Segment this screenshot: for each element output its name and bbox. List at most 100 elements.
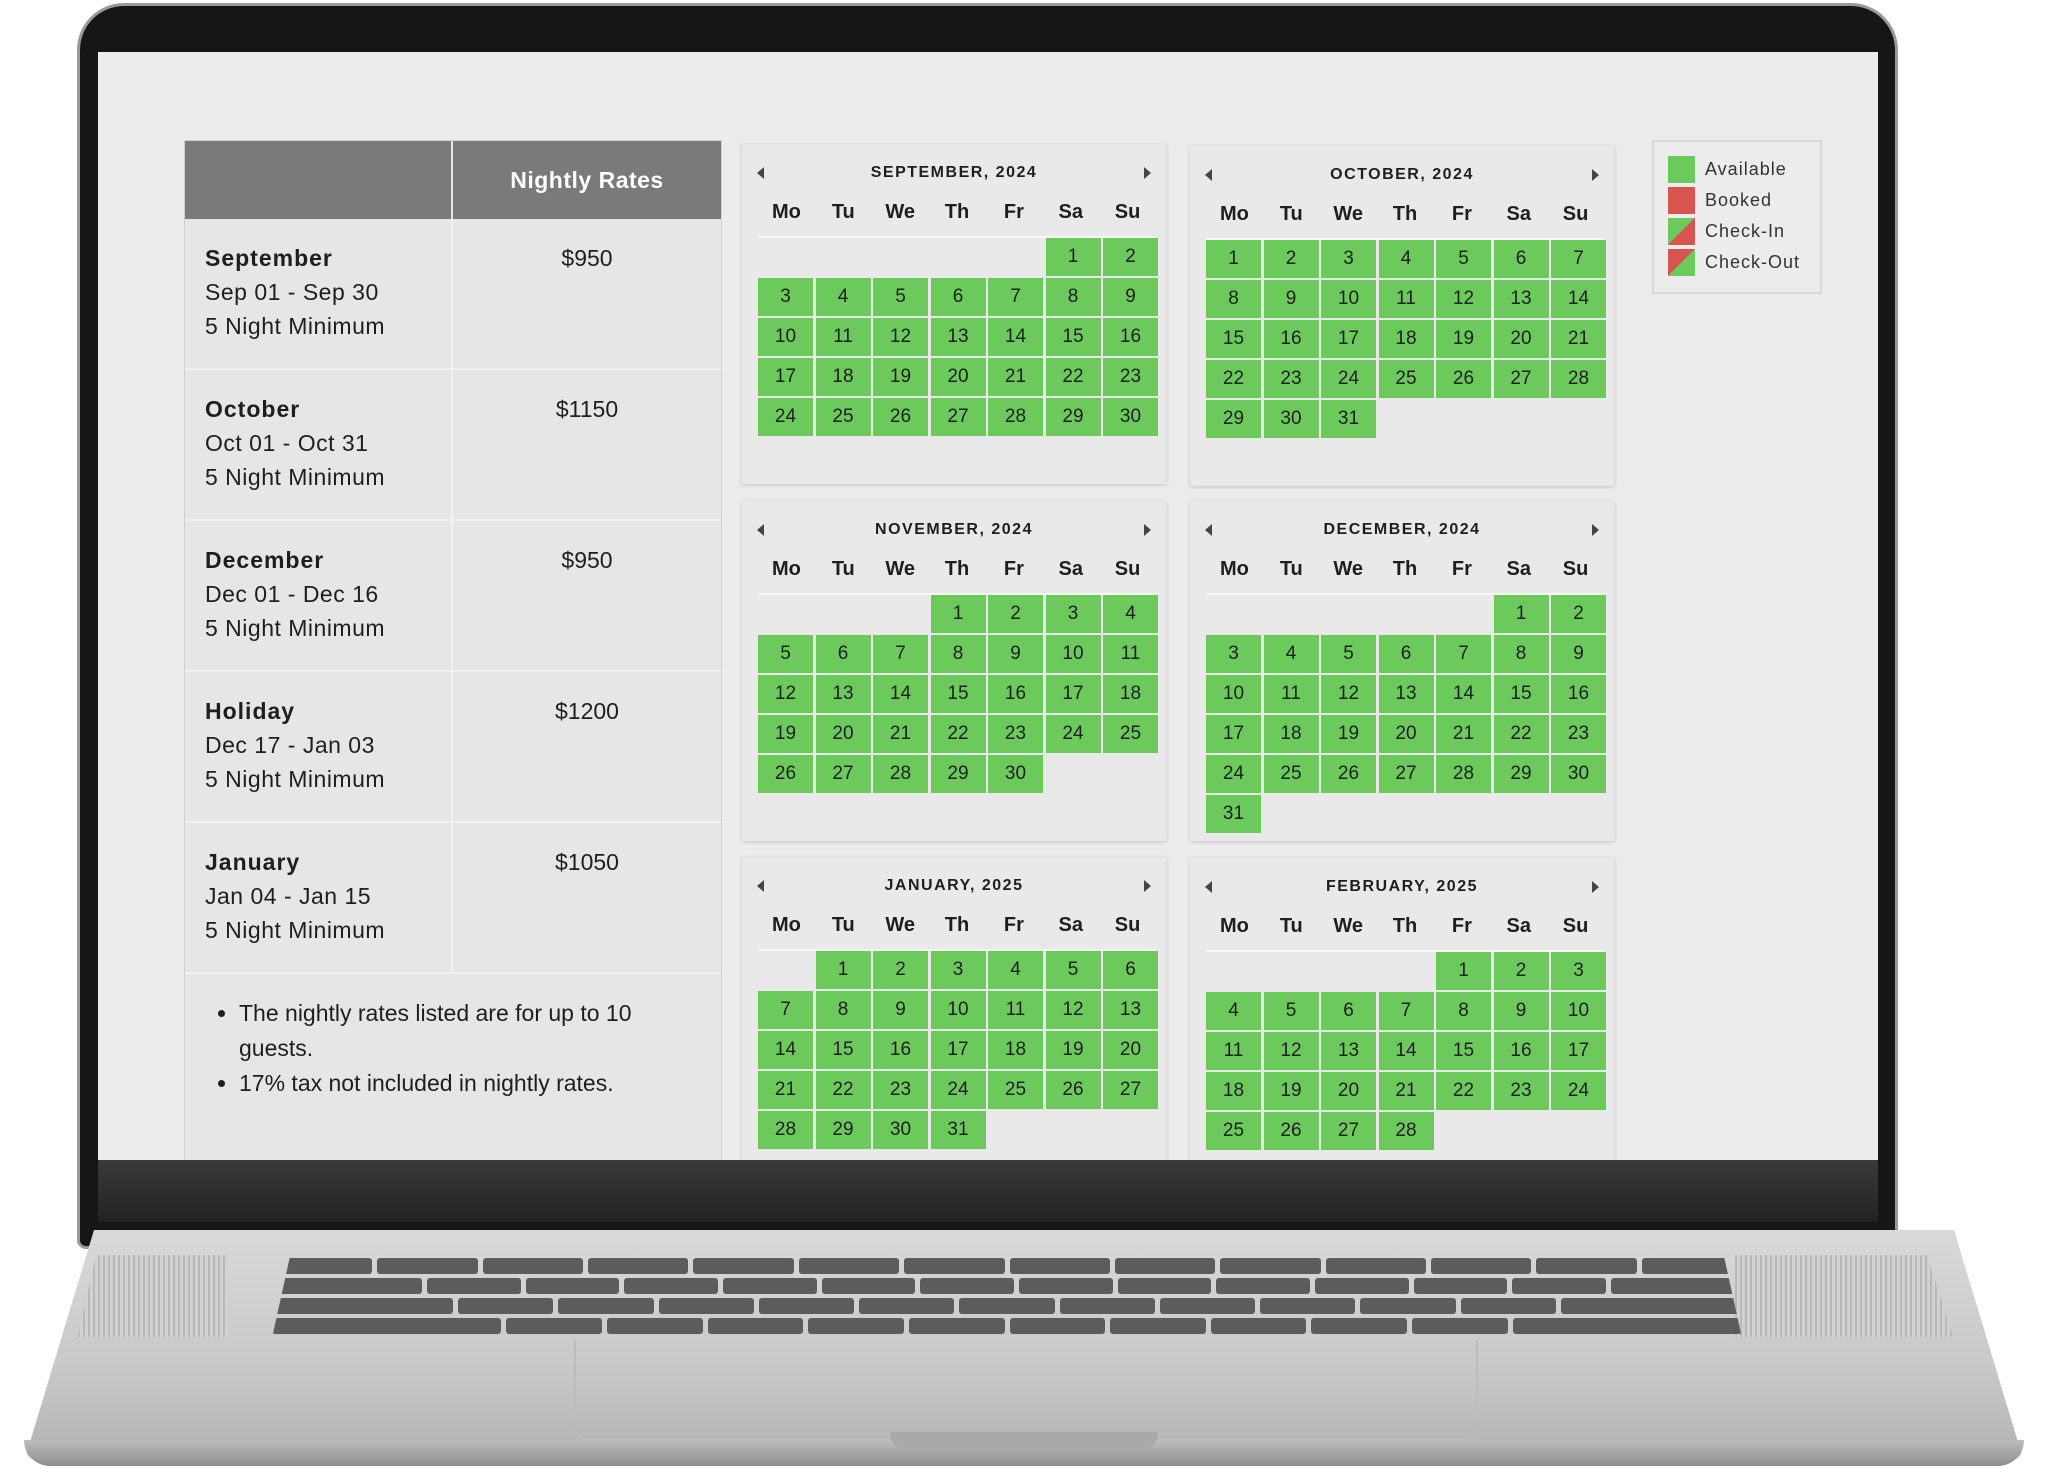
calendar-day-cell[interactable]: 16: [1493, 1032, 1549, 1070]
calendar-day-cell[interactable]: 27: [1378, 755, 1434, 793]
calendar-day-cell[interactable]: 26: [1436, 360, 1491, 398]
calendar-day-cell[interactable]: 10: [1321, 280, 1376, 318]
calendar-day-cell[interactable]: 2: [988, 595, 1043, 633]
next-month-arrow-icon[interactable]: [1592, 524, 1599, 536]
calendar-day-cell[interactable]: 25: [988, 1071, 1043, 1109]
calendar-day-cell[interactable]: 19: [873, 358, 928, 396]
calendar-day-cell[interactable]: 3: [1045, 595, 1101, 633]
calendar-day-cell[interactable]: 18: [1206, 1072, 1261, 1110]
calendar-day-cell[interactable]: 20: [1493, 320, 1549, 358]
calendar-day-cell[interactable]: 23: [1263, 360, 1319, 398]
calendar-day-cell[interactable]: 21: [1436, 715, 1491, 753]
calendar-day-cell[interactable]: 4: [1206, 992, 1261, 1030]
calendar-day-cell[interactable]: 13: [1493, 280, 1549, 318]
calendar-day-cell[interactable]: 29: [930, 755, 986, 793]
calendar-day-cell[interactable]: 20: [1103, 1031, 1158, 1069]
next-month-arrow-icon[interactable]: [1144, 167, 1151, 179]
calendar-day-cell[interactable]: 17: [1206, 715, 1261, 753]
calendar-day-cell[interactable]: 13: [815, 675, 871, 713]
calendar-day-cell[interactable]: 27: [815, 755, 871, 793]
calendar-day-cell[interactable]: 8: [1493, 635, 1549, 673]
calendar-day-cell[interactable]: 8: [1206, 280, 1261, 318]
calendar-day-cell[interactable]: 16: [1263, 320, 1319, 358]
calendar-day-cell[interactable]: 22: [930, 715, 986, 753]
calendar-day-cell[interactable]: 15: [1045, 318, 1101, 356]
calendar-day-cell[interactable]: 13: [1321, 1032, 1376, 1070]
calendar-day-cell[interactable]: 10: [1551, 992, 1606, 1030]
calendar-day-cell[interactable]: 4: [1103, 595, 1158, 633]
calendar-day-cell[interactable]: 3: [1321, 240, 1376, 278]
calendar-day-cell[interactable]: 30: [1551, 755, 1606, 793]
calendar-day-cell[interactable]: 7: [988, 278, 1043, 316]
calendar-day-cell[interactable]: 4: [1263, 635, 1319, 673]
calendar-day-cell[interactable]: 12: [758, 675, 813, 713]
calendar-day-cell[interactable]: 2: [873, 951, 928, 989]
calendar-day-cell[interactable]: 3: [930, 951, 986, 989]
calendar-day-cell[interactable]: 12: [873, 318, 928, 356]
calendar-day-cell[interactable]: 24: [1551, 1072, 1606, 1110]
calendar-day-cell[interactable]: 21: [1551, 320, 1606, 358]
calendar-day-cell[interactable]: 15: [930, 675, 986, 713]
calendar-day-cell[interactable]: 26: [1045, 1071, 1101, 1109]
calendar-day-cell[interactable]: 11: [1103, 635, 1158, 673]
calendar-day-cell[interactable]: 14: [873, 675, 928, 713]
calendar-day-cell[interactable]: 19: [1263, 1072, 1319, 1110]
calendar-day-cell[interactable]: 27: [1103, 1071, 1158, 1109]
calendar-day-cell[interactable]: 5: [758, 635, 813, 673]
calendar-day-cell[interactable]: 7: [1551, 240, 1606, 278]
calendar-day-cell[interactable]: 25: [1263, 755, 1319, 793]
calendar-day-cell[interactable]: 20: [930, 358, 986, 396]
calendar-day-cell[interactable]: 29: [1045, 398, 1101, 436]
calendar-day-cell[interactable]: 24: [1045, 715, 1101, 753]
calendar-day-cell[interactable]: 20: [1321, 1072, 1376, 1110]
calendar-day-cell[interactable]: 11: [1263, 675, 1319, 713]
calendar-day-cell[interactable]: 22: [1206, 360, 1261, 398]
calendar-day-cell[interactable]: 5: [1321, 635, 1376, 673]
calendar-day-cell[interactable]: 5: [1436, 240, 1491, 278]
calendar-day-cell[interactable]: 14: [1378, 1032, 1434, 1070]
calendar-day-cell[interactable]: 24: [758, 398, 813, 436]
calendar-day-cell[interactable]: 1: [815, 951, 871, 989]
calendar-day-cell[interactable]: 30: [988, 755, 1043, 793]
calendar-day-cell[interactable]: 8: [815, 991, 871, 1029]
calendar-day-cell[interactable]: 5: [1263, 992, 1319, 1030]
next-month-arrow-icon[interactable]: [1144, 524, 1151, 536]
calendar-day-cell[interactable]: 1: [930, 595, 986, 633]
calendar-day-cell[interactable]: 26: [1321, 755, 1376, 793]
calendar-day-cell[interactable]: 4: [1378, 240, 1434, 278]
next-month-arrow-icon[interactable]: [1592, 881, 1599, 893]
calendar-day-cell[interactable]: 10: [930, 991, 986, 1029]
calendar-day-cell[interactable]: 20: [815, 715, 871, 753]
calendar-day-cell[interactable]: 23: [1103, 358, 1158, 396]
calendar-day-cell[interactable]: 31: [930, 1111, 986, 1149]
calendar-day-cell[interactable]: 10: [1206, 675, 1261, 713]
calendar-day-cell[interactable]: 28: [1436, 755, 1491, 793]
calendar-day-cell[interactable]: 14: [988, 318, 1043, 356]
calendar-day-cell[interactable]: 27: [1321, 1112, 1376, 1150]
calendar-day-cell[interactable]: 9: [1493, 992, 1549, 1030]
calendar-day-cell[interactable]: 7: [1436, 635, 1491, 673]
calendar-day-cell[interactable]: 14: [758, 1031, 813, 1069]
calendar-day-cell[interactable]: 26: [873, 398, 928, 436]
next-month-arrow-icon[interactable]: [1144, 880, 1151, 892]
calendar-day-cell[interactable]: 13: [1378, 675, 1434, 713]
calendar-day-cell[interactable]: 15: [815, 1031, 871, 1069]
calendar-day-cell[interactable]: 12: [1321, 675, 1376, 713]
calendar-day-cell[interactable]: 8: [1436, 992, 1491, 1030]
calendar-day-cell[interactable]: 24: [1321, 360, 1376, 398]
calendar-day-cell[interactable]: 8: [930, 635, 986, 673]
calendar-day-cell[interactable]: 18: [1378, 320, 1434, 358]
calendar-day-cell[interactable]: 31: [1206, 795, 1261, 833]
calendar-day-cell[interactable]: 19: [758, 715, 813, 753]
calendar-day-cell[interactable]: 27: [930, 398, 986, 436]
calendar-day-cell[interactable]: 2: [1493, 952, 1549, 990]
calendar-day-cell[interactable]: 2: [1103, 238, 1158, 276]
calendar-day-cell[interactable]: 15: [1436, 1032, 1491, 1070]
calendar-day-cell[interactable]: 18: [1103, 675, 1158, 713]
calendar-day-cell[interactable]: 4: [815, 278, 871, 316]
calendar-day-cell[interactable]: 6: [1493, 240, 1549, 278]
calendar-day-cell[interactable]: 21: [1378, 1072, 1434, 1110]
calendar-day-cell[interactable]: 28: [988, 398, 1043, 436]
calendar-day-cell[interactable]: 1: [1045, 238, 1101, 276]
calendar-day-cell[interactable]: 26: [1263, 1112, 1319, 1150]
